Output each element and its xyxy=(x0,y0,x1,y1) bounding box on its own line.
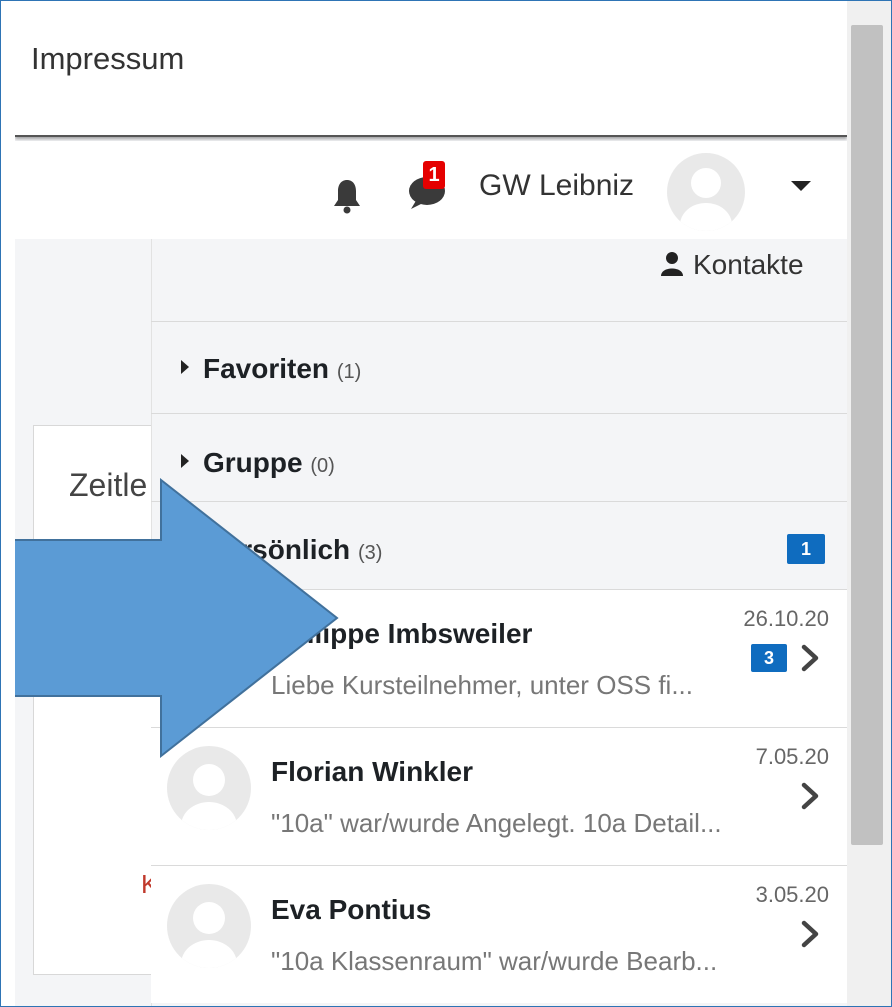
section-divider xyxy=(151,321,847,322)
message-count-badge: 1 xyxy=(423,161,445,189)
section-count: (0) xyxy=(310,455,335,477)
impressum-link[interactable]: Impressum xyxy=(31,41,184,77)
message-preview: Liebe Kursteilnehmer, unter OSS fi... xyxy=(271,670,693,700)
contacts-link[interactable]: Kontakte xyxy=(661,249,804,281)
message-date: 3.05.20 xyxy=(755,882,829,907)
conversation-item[interactable]: Eva Pontius 3.05.20 "10a Klassenraum" wa… xyxy=(151,865,847,1003)
user-name[interactable]: GW Leibniz xyxy=(479,169,634,203)
chevron-right-icon xyxy=(801,644,819,672)
contact-avatar xyxy=(167,884,251,968)
message-date: 7.05.20 xyxy=(755,744,829,769)
caret-right-icon xyxy=(181,454,189,468)
contact-name: Eva Pontius xyxy=(271,894,432,925)
section-divider xyxy=(151,413,847,414)
section-count: (1) xyxy=(336,361,362,383)
contact-avatar xyxy=(167,746,251,830)
caret-right-icon xyxy=(181,360,189,374)
chevron-right-icon xyxy=(801,782,819,810)
annotation-arrow-icon xyxy=(1,478,339,758)
default-user-icon xyxy=(181,902,237,968)
bell-icon[interactable] xyxy=(333,178,361,214)
screenshot-frame: Impressum 1 GW Leibniz Zeitle K Kontakte… xyxy=(0,0,892,1007)
scrollbar-thumb[interactable] xyxy=(851,25,883,845)
user-avatar[interactable] xyxy=(667,153,745,231)
section-count: (3) xyxy=(357,542,383,564)
unread-count-badge: 1 xyxy=(787,534,825,564)
contacts-label: Kontakte xyxy=(693,249,804,280)
section-gruppe[interactable]: Gruppe (0) xyxy=(181,447,335,479)
page-top-area: Impressum xyxy=(15,1,847,137)
default-user-icon xyxy=(181,764,237,830)
section-label: Favoriten xyxy=(203,353,330,384)
left-margin xyxy=(1,1,15,1006)
user-icon xyxy=(661,252,683,276)
default-user-icon xyxy=(680,168,732,231)
section-favoriten[interactable]: Favoriten (1) xyxy=(181,353,361,385)
unread-count-badge: 3 xyxy=(751,644,787,672)
user-menu-caret-down-icon[interactable] xyxy=(791,181,811,191)
contact-name: Florian Winkler xyxy=(271,756,474,787)
message-preview: "10a Klassenraum" war/wurde Bearb... xyxy=(271,946,718,976)
message-preview: "10a" war/wurde Angelegt. 10a Detail... xyxy=(271,808,722,838)
section-label: Gruppe xyxy=(203,447,303,478)
message-date: 26.10.20 xyxy=(743,606,829,631)
chevron-right-icon xyxy=(801,920,819,948)
